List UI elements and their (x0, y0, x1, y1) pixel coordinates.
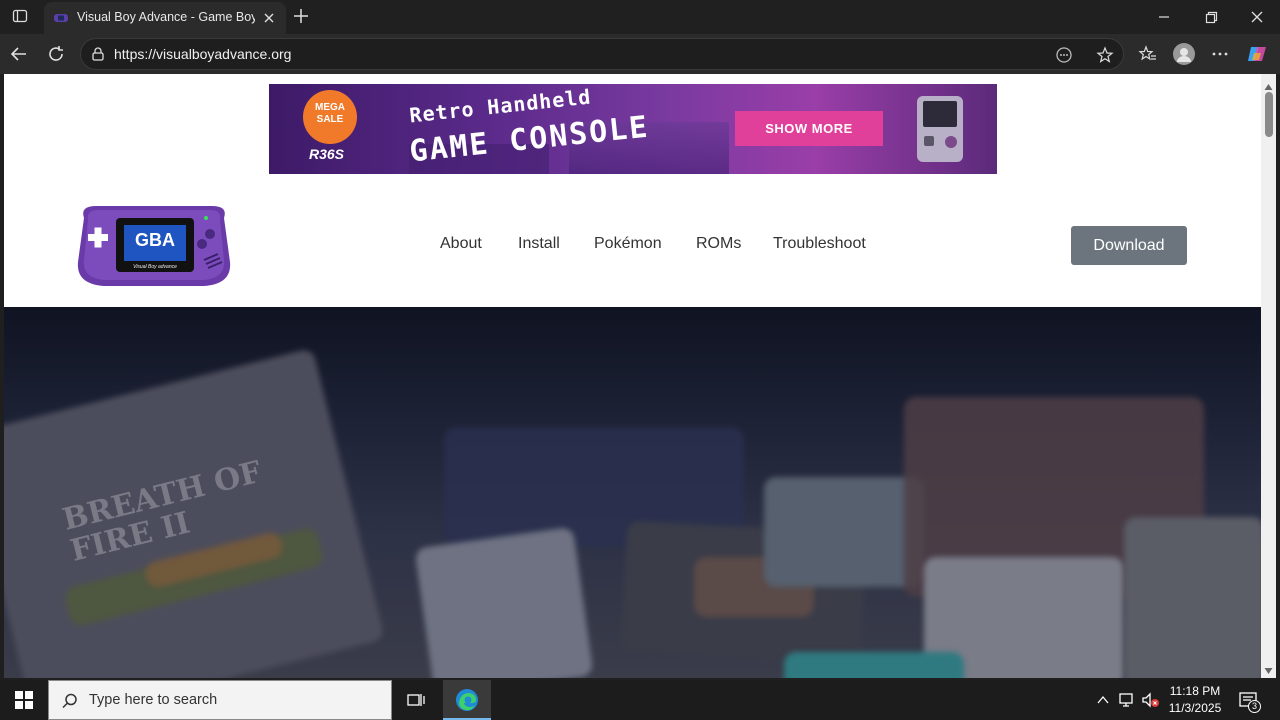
nav-link-roms[interactable]: ROMs (696, 235, 741, 253)
favorites-icon[interactable] (1138, 44, 1158, 64)
network-icon[interactable] (1118, 692, 1136, 708)
back-icon[interactable] (9, 44, 29, 64)
hero-cartridge-3 (764, 477, 924, 587)
browser-tab-active[interactable]: Visual Boy Advance - Game Boy Advance (44, 2, 286, 34)
edge-icon (455, 688, 479, 712)
clock-time: 11:18 PM (1169, 684, 1221, 698)
search-placeholder: Type here to search (89, 692, 218, 708)
notification-count-badge: 3 (1248, 700, 1261, 713)
close-tab-icon[interactable] (260, 9, 278, 27)
handheld-console-image (917, 96, 963, 162)
product-name: R36S (309, 146, 345, 162)
taskbar-clock[interactable]: 11:18 PM 11/3/2025 (1166, 683, 1224, 717)
reading-view-icon[interactable] (1055, 46, 1073, 64)
console-screen (923, 101, 957, 127)
close-window-icon[interactable] (1249, 9, 1265, 25)
tab-title: Visual Boy Advance - Game Boy Advance (77, 10, 255, 24)
console-buttons (945, 136, 957, 148)
tab-actions-icon[interactable] (12, 8, 28, 24)
volume-muted-icon[interactable] (1141, 692, 1161, 708)
nav-link-about[interactable]: About (440, 235, 482, 253)
scrollbar-thumb[interactable] (1265, 92, 1273, 137)
show-hidden-icons-icon[interactable] (1096, 693, 1110, 707)
taskbar-search-box[interactable]: Type here to search (48, 680, 392, 720)
profile-avatar[interactable] (1173, 43, 1195, 65)
browser-toolbar: https://visualboyadvance.org (0, 34, 1280, 74)
console-dpad (924, 136, 934, 146)
search-icon (61, 692, 79, 710)
browser-tab-bar: Visual Boy Advance - Game Boy Advance (0, 0, 1280, 34)
web-page: MEGA SALE R36S Retro Handheld GAME CONSO… (4, 74, 1261, 678)
hero-cartridge-1 (414, 526, 594, 678)
download-button[interactable]: Download (1071, 226, 1187, 265)
hero-cartridge-teal (784, 652, 964, 678)
page-scrollbar[interactable] (1261, 74, 1276, 678)
logo-screen-text: GBA (135, 230, 175, 250)
windows-start-icon[interactable] (15, 691, 33, 709)
ad-banner[interactable]: MEGA SALE R36S Retro Handheld GAME CONSO… (269, 84, 997, 174)
copilot-icon[interactable] (1246, 43, 1268, 65)
hero-cartridge-5 (1124, 517, 1261, 678)
show-more-button[interactable]: SHOW MORE (735, 111, 883, 146)
new-tab-icon[interactable] (292, 7, 310, 25)
clock-date: 11/3/2025 (1168, 701, 1222, 715)
notification-center-icon[interactable]: 3 (1238, 690, 1261, 713)
scroll-down-arrow-icon[interactable] (1264, 662, 1273, 674)
site-info-icon[interactable] (90, 46, 106, 62)
restore-window-icon[interactable] (1203, 9, 1219, 25)
nav-link-pokemon[interactable]: Pokémon (594, 235, 662, 253)
nav-link-install[interactable]: Install (518, 235, 560, 253)
minimize-window-icon[interactable] (1156, 9, 1172, 25)
more-options-icon[interactable] (1210, 44, 1230, 64)
nav-link-troubleshoot[interactable]: Troubleshoot (773, 235, 866, 253)
windows-taskbar: Type here to search 11:18 PM 11/3/2025 3 (0, 680, 1280, 720)
mega-sale-badge: MEGA SALE (303, 90, 357, 144)
scroll-up-arrow-icon[interactable] (1264, 78, 1273, 90)
gba-favicon-icon (53, 10, 69, 26)
edge-taskbar-button[interactable] (443, 680, 491, 720)
address-bar[interactable]: https://visualboyadvance.org (80, 38, 1124, 70)
logo-caption: Visual Boy advance (133, 264, 177, 270)
site-logo[interactable]: GBA Visual Boy advance (74, 200, 234, 292)
url-text[interactable]: https://visualboyadvance.org (114, 46, 291, 62)
task-view-icon[interactable] (406, 691, 426, 709)
favorite-star-icon[interactable] (1096, 46, 1114, 64)
refresh-icon[interactable] (46, 44, 66, 64)
hero-image: BREATH OF FIRE II (4, 307, 1261, 678)
